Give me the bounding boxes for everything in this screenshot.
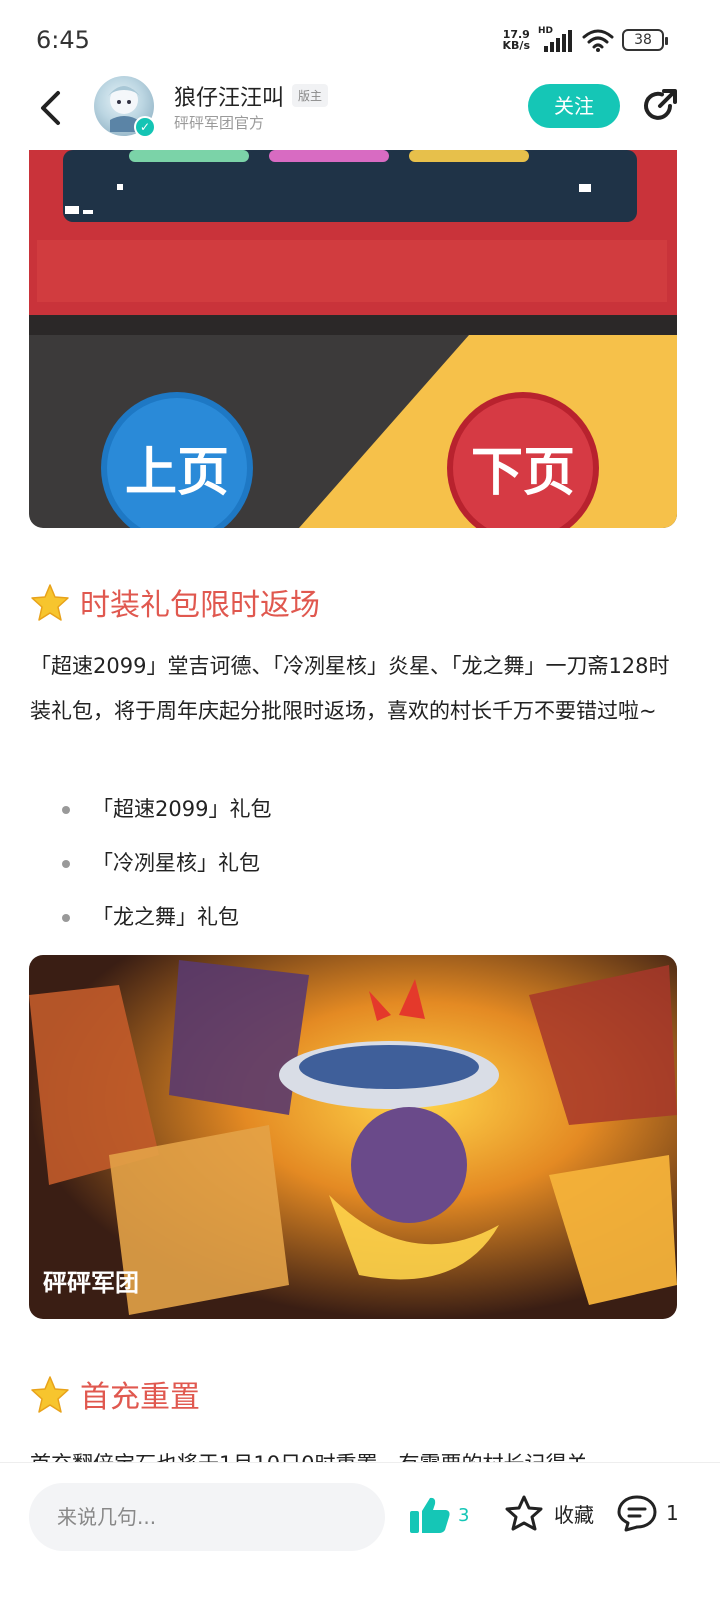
bottom-action-bar: 来说几句... 3 收藏 1 <box>0 1462 720 1600</box>
section-paragraph: 「超速2099」堂吉诃德、「冷冽星核」炎星、「龙之舞」一刀斋128时装礼包，将于… <box>30 654 670 723</box>
list-item: 「超速2099」礼包 <box>60 782 660 836</box>
costume-promo-image[interactable]: 砰砰军团 <box>29 955 677 1319</box>
network-speed-unit: KB/s <box>502 39 530 52</box>
status-bar: 6:45 17.9 KB/s HD 38 <box>0 0 720 80</box>
section-title-text: 首充重置 <box>80 1380 200 1415</box>
author-organization: 砰砰军团官方 <box>174 114 265 132</box>
comment-input[interactable]: 来说几句... <box>29 1483 385 1551</box>
status-time: 6:45 <box>36 26 90 54</box>
star-icon <box>31 1376 69 1413</box>
network-speed: 17.9 KB/s <box>503 29 530 51</box>
comment-count: 1 <box>666 1501 679 1525</box>
cellular-signal-icon: HD <box>538 26 574 52</box>
comment-button[interactable]: 1 <box>616 1493 679 1533</box>
battery-icon: 38 <box>622 29 668 51</box>
favorite-button[interactable]: 收藏 <box>504 1493 594 1533</box>
comment-bubble-icon <box>617 1495 657 1532</box>
author-name[interactable]: 狼仔汪汪叫 <box>174 80 284 112</box>
section-title-recharge: 首充重置 <box>30 1372 200 1416</box>
list-item: 「冷冽星核」礼包 <box>60 836 660 890</box>
share-button[interactable] <box>640 86 680 126</box>
post-header: ✓ 狼仔汪汪叫 版主 砰砰军团官方 关注 <box>0 70 720 150</box>
favorite-label: 收藏 <box>554 1502 594 1527</box>
share-icon <box>644 89 677 120</box>
star-icon <box>31 584 69 621</box>
chevron-left-icon <box>41 91 60 125</box>
like-count: 3 <box>458 1504 470 1526</box>
thumbs-up-icon <box>410 1497 450 1533</box>
status-icons: 17.9 KB/s HD 38 <box>503 26 668 52</box>
verified-badge-icon: ✓ <box>134 116 156 138</box>
game-screenshot-image[interactable]: 上页 下页 <box>29 150 677 528</box>
back-button[interactable] <box>30 86 70 130</box>
follow-button[interactable]: 关注 <box>528 84 620 128</box>
author-avatar[interactable]: ✓ <box>94 76 156 138</box>
costume-pack-list: 「超速2099」礼包 「冷冽星核」礼包 「龙之舞」礼包 <box>60 782 660 944</box>
prev-page-label: 上页 <box>125 443 229 503</box>
wifi-icon <box>582 29 614 52</box>
list-item: 「龙之舞」礼包 <box>60 890 660 944</box>
section-title-costume: 时装礼包限时返场 <box>30 580 320 624</box>
author-role-badge: 版主 <box>292 84 329 107</box>
like-button[interactable]: 3 <box>408 1495 469 1535</box>
game-logo: 砰砰军团 <box>43 1269 139 1297</box>
star-outline-icon <box>505 1495 543 1531</box>
section-title-text: 时装礼包限时返场 <box>80 588 320 623</box>
next-page-label: 下页 <box>471 443 575 503</box>
